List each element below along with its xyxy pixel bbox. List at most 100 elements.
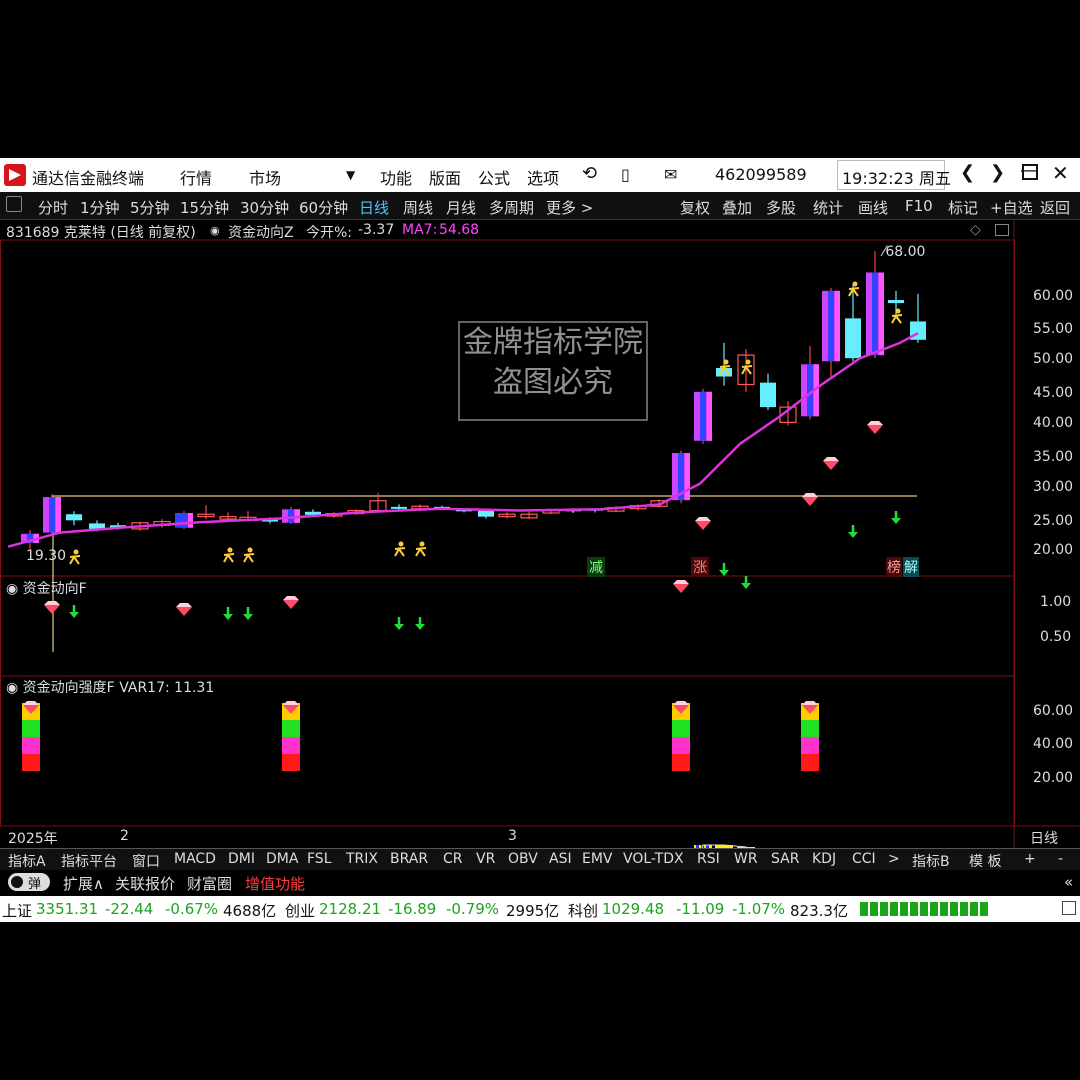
- tab-plus[interactable]: +: [1024, 851, 1036, 867]
- tab-more[interactable]: >: [888, 851, 900, 867]
- app-name: 通达信金融终端: [32, 169, 145, 188]
- status-square-icon[interactable]: [1062, 901, 1076, 915]
- tab-fsl[interactable]: FSL: [307, 851, 332, 867]
- tab-emv[interactable]: EMV: [582, 851, 613, 867]
- cy-amount: 2995亿: [506, 902, 560, 920]
- btn-fanhui[interactable]: 返回: [1040, 197, 1070, 218]
- tab-obv[interactable]: OBV: [508, 851, 538, 867]
- tab-trix[interactable]: TRIX: [346, 851, 378, 867]
- down-arrow-icon: [741, 576, 751, 589]
- period-label[interactable]: 日线: [1030, 828, 1058, 848]
- btn-zixuan[interactable]: +自选: [990, 197, 1033, 218]
- btn-fuquan[interactable]: 复权: [680, 197, 710, 218]
- menu-hangqing[interactable]: 行情: [180, 165, 212, 189]
- watermark-line1: 金牌指标学院: [463, 325, 643, 360]
- tab-zhibiaoA[interactable]: 指标A: [8, 851, 46, 871]
- marker-zhang: 涨: [691, 557, 709, 577]
- back-icon[interactable]: ❮: [960, 162, 975, 183]
- period-60min[interactable]: 60分钟: [299, 197, 348, 218]
- tab-vol-tdx[interactable]: VOL-TDX: [623, 851, 684, 867]
- btn-guanlian[interactable]: 关联报价: [115, 873, 175, 894]
- tab-sar[interactable]: SAR: [771, 851, 799, 867]
- candle: [197, 505, 215, 520]
- btn-f10[interactable]: F10: [905, 197, 933, 215]
- period-fenshi[interactable]: 分时: [38, 197, 68, 218]
- pane2-tick: 1.00: [1040, 594, 1072, 610]
- period-weekly[interactable]: 周线: [403, 197, 433, 218]
- cy-value: 2128.21: [319, 900, 382, 918]
- candle: [175, 511, 193, 529]
- mail-icon[interactable]: ✉: [664, 165, 677, 184]
- candle: [498, 512, 516, 519]
- chevron-down-icon[interactable]: ▼: [346, 168, 355, 182]
- forward-icon[interactable]: ❯: [990, 162, 1005, 183]
- runner-icon: [69, 549, 81, 565]
- menu-shichang[interactable]: 市场: [249, 165, 281, 189]
- tab-macd[interactable]: MACD: [174, 851, 216, 867]
- pane2-tick: 0.50: [1040, 629, 1072, 645]
- btn-kuozhan[interactable]: 扩展∧: [63, 873, 104, 894]
- tab-dmi[interactable]: DMI: [228, 851, 255, 867]
- diamond-signal-icon: [283, 596, 299, 609]
- tab-cr[interactable]: CR: [443, 851, 463, 867]
- tab-rsi[interactable]: RSI: [697, 851, 720, 867]
- panel-toggle-icon[interactable]: [6, 196, 22, 212]
- period-1min[interactable]: 1分钟: [80, 197, 120, 218]
- btn-biaoji[interactable]: 标记: [948, 197, 978, 218]
- pane2-frame: [0, 575, 1015, 677]
- watermark: 金牌指标学院 盗图必究: [458, 321, 648, 421]
- period-more[interactable]: 更多 >: [546, 197, 593, 218]
- terminal-window: 通达信金融终端 行情 市场 ▼ 功能 版面 公式 选项 ⟲ ▯ ✉ 462099…: [0, 158, 1080, 922]
- tab-chuangkou[interactable]: 窗口: [132, 851, 160, 871]
- tab-brar[interactable]: BRAR: [390, 851, 428, 867]
- tab-muban[interactable]: 模 板: [969, 851, 1001, 871]
- pane2-bars: [22, 701, 819, 771]
- btn-caifuquan[interactable]: 财富圈: [187, 873, 232, 894]
- diamond-signal-icon: [867, 421, 883, 434]
- btn-duogu[interactable]: 多股: [766, 197, 796, 218]
- sh-label[interactable]: 上证: [2, 900, 32, 921]
- menu-gongshi[interactable]: 公式: [478, 165, 510, 189]
- close-icon[interactable]: ✕: [1052, 161, 1069, 185]
- menu-banmian[interactable]: 版面: [429, 165, 461, 189]
- refresh-icon[interactable]: ⟲: [582, 163, 597, 184]
- runner-icon: [415, 541, 427, 557]
- period-daily[interactable]: 日线: [359, 197, 389, 218]
- phone-icon[interactable]: ▯: [621, 165, 630, 184]
- tab-minus[interactable]: -: [1058, 851, 1063, 867]
- btn-tongji[interactable]: 统计: [813, 197, 843, 218]
- period-5min[interactable]: 5分钟: [130, 197, 170, 218]
- period-30min[interactable]: 30分钟: [240, 197, 289, 218]
- kc-label[interactable]: 科创: [568, 900, 598, 921]
- period-multi[interactable]: 多周期: [489, 197, 534, 218]
- maximize-icon[interactable]: [1022, 164, 1038, 180]
- tab-wr[interactable]: WR: [734, 851, 758, 867]
- tab-asi[interactable]: ASI: [549, 851, 572, 867]
- date-year: 2025年: [8, 831, 58, 847]
- tab-dma[interactable]: DMA: [266, 851, 298, 867]
- tab-zhibiao-pingtai[interactable]: 指标平台: [61, 851, 117, 871]
- period-monthly[interactable]: 月线: [446, 197, 476, 218]
- pane2-bar: [22, 701, 40, 771]
- sh-pct: -0.67%: [165, 900, 219, 918]
- btn-huaxian[interactable]: 画线: [858, 197, 888, 218]
- cy-pct: -0.79%: [446, 900, 500, 918]
- menu-gongneng[interactable]: 功能: [380, 165, 412, 189]
- tab-kdj[interactable]: KDJ: [812, 851, 836, 867]
- btn-zengzhi[interactable]: 增值功能: [245, 873, 305, 894]
- low-label: 19.30: [26, 548, 67, 564]
- chart-area[interactable]: [0, 220, 1080, 848]
- menu-xuanxiang[interactable]: 选项: [527, 165, 559, 189]
- btn-diejia[interactable]: 叠加: [722, 197, 752, 218]
- tab-zhibiaoB[interactable]: 指标B: [912, 851, 950, 871]
- candle: [801, 345, 819, 420]
- cy-label[interactable]: 创业: [285, 900, 315, 921]
- diamond-signal-icon: [823, 457, 839, 470]
- tab-vr[interactable]: VR: [476, 851, 495, 867]
- period-15min[interactable]: 15分钟: [180, 197, 229, 218]
- down-arrow-icon: [69, 605, 79, 618]
- diamond-signal-icon: [673, 580, 689, 593]
- date-feb: 2: [120, 828, 129, 844]
- collapse-icon[interactable]: «: [1064, 873, 1073, 891]
- tab-cci[interactable]: CCI: [852, 851, 876, 867]
